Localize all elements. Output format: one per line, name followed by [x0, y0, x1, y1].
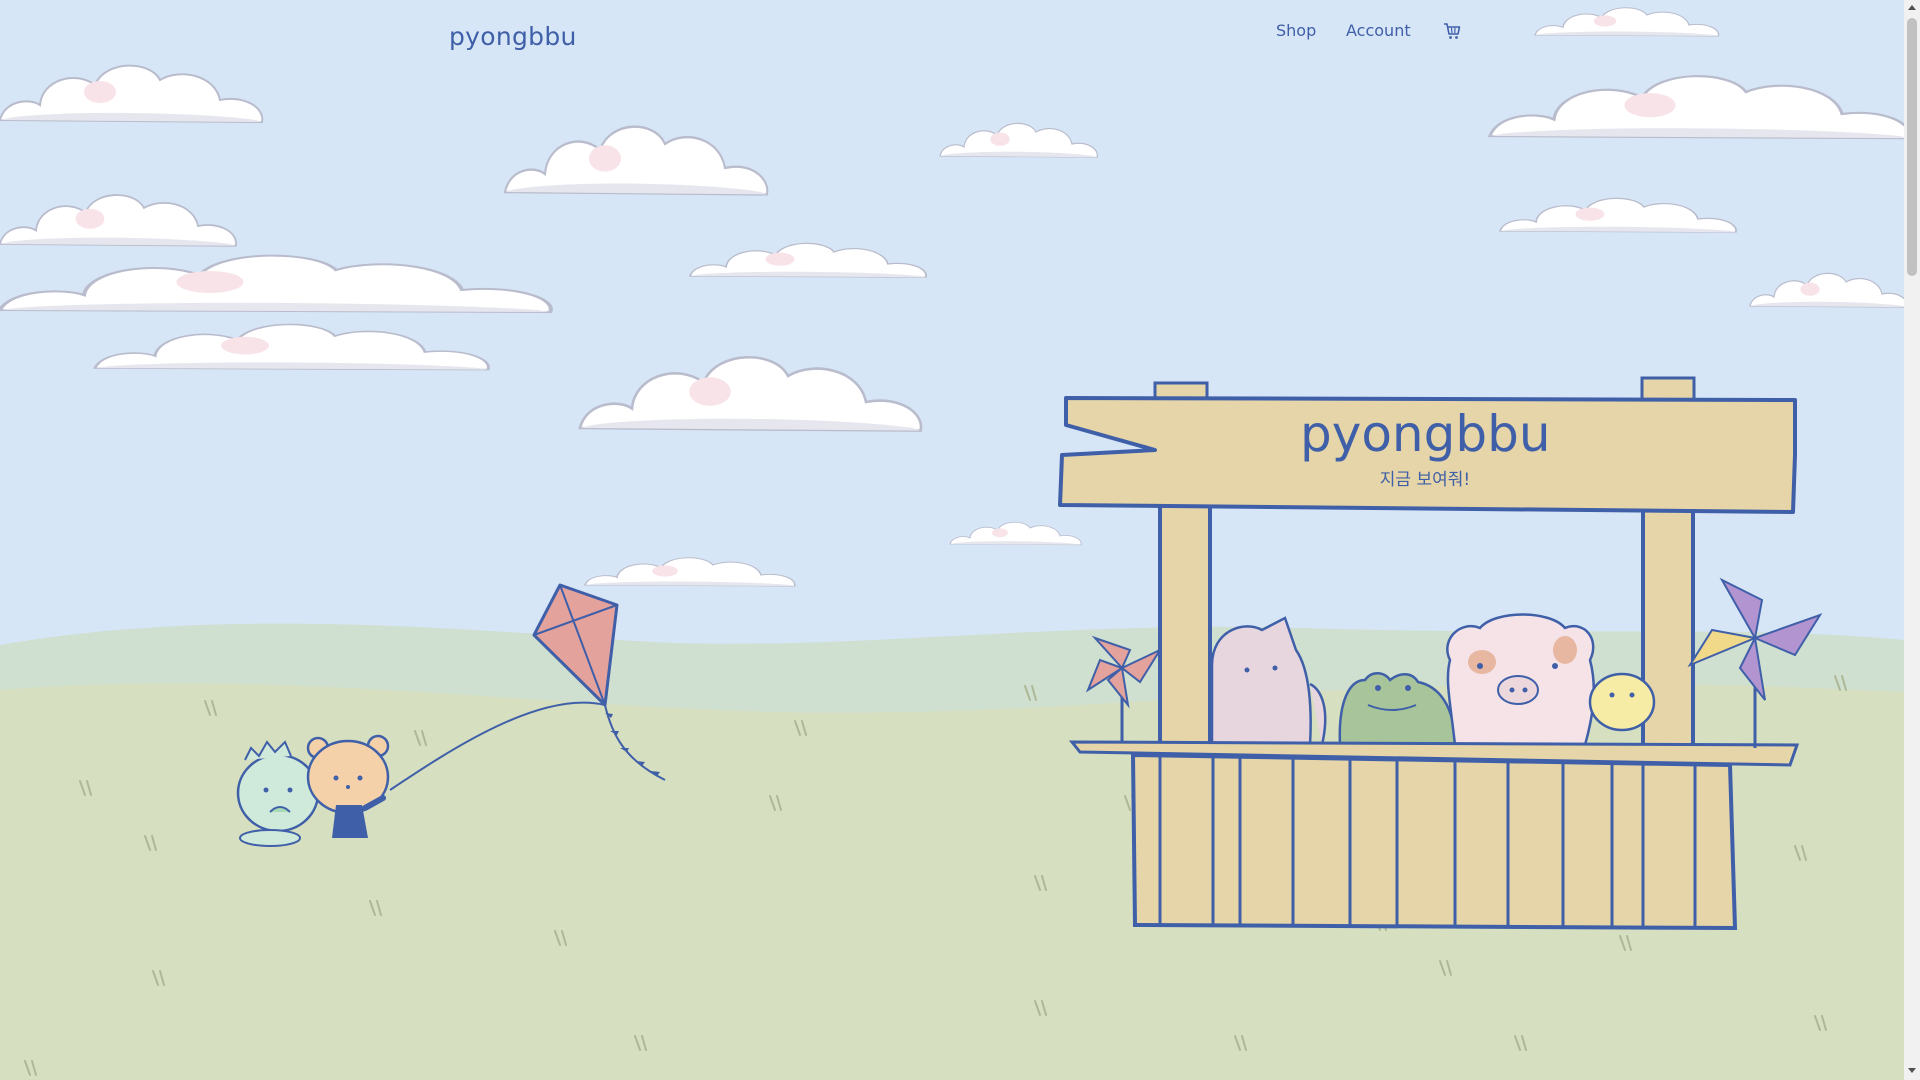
scroll-down-arrow-icon[interactable] — [1908, 1068, 1916, 1073]
sign-subtitle: 지금 보여줘! — [1379, 470, 1471, 490]
chick-character — [1588, 672, 1656, 732]
cart-icon[interactable] — [1442, 21, 1462, 41]
hero-illustration — [0, 0, 1904, 1080]
vertical-scrollbar[interactable] — [1904, 0, 1920, 1080]
nav-account-link[interactable]: Account — [1346, 21, 1411, 40]
pig-character — [1446, 613, 1596, 747]
scroll-up-arrow-icon[interactable] — [1908, 5, 1916, 10]
sign-title: pyongbbu — [1300, 405, 1551, 463]
scrollbar-thumb[interactable] — [1907, 18, 1917, 276]
nav-shop-link[interactable]: Shop — [1276, 21, 1316, 40]
site-logo[interactable]: pyongbbu — [449, 22, 577, 51]
top-navigation: pyongbbu Shop Account — [0, 0, 1904, 70]
stand-counter — [1068, 740, 1800, 931]
